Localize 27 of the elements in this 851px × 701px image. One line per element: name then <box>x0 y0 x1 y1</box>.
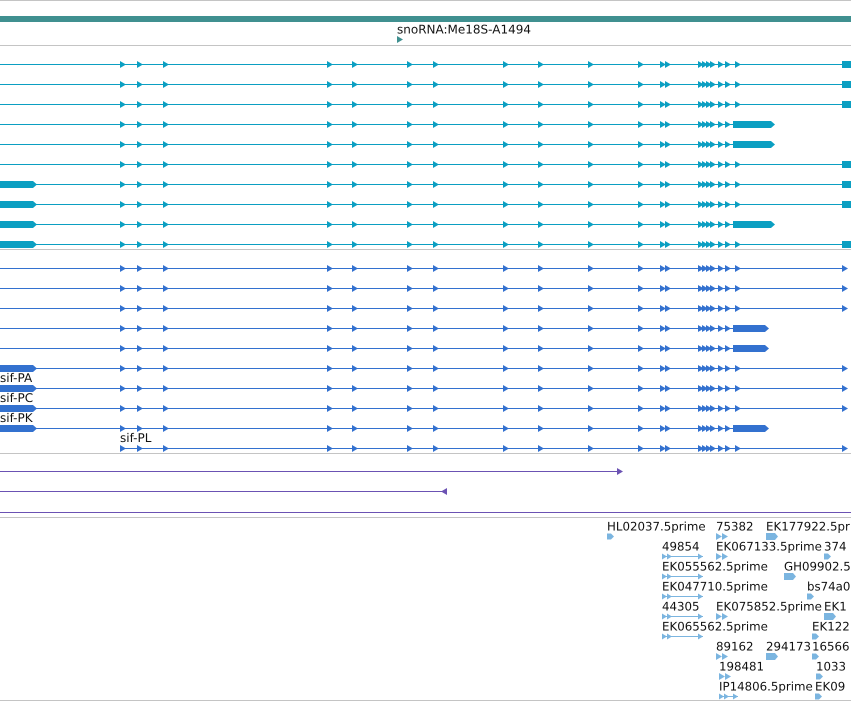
feature-label: EK047710.5prime <box>662 579 768 594</box>
feature-label: snoRNA:Me18S-A1494 <box>397 22 531 36</box>
feature-label: 89162 <box>716 639 754 654</box>
feature-label: 16566 <box>812 639 850 654</box>
feature-label: 1033 <box>816 659 846 674</box>
feature-label: 49854 <box>662 539 700 554</box>
feature-label: EK065562.5prime <box>662 619 768 634</box>
feature-label: 75382 <box>716 519 754 534</box>
feature-label: EK177922.5pr <box>766 519 850 534</box>
feature-label: EK122 <box>812 619 850 634</box>
feature-label: EK075852.5prime <box>716 599 822 614</box>
transcript-label: sif-PK <box>0 410 33 425</box>
feature-label: bs74a0 <box>807 579 850 594</box>
transcript-label: sif-PA <box>0 370 32 385</box>
feature-label: 198481 <box>719 659 764 674</box>
transcript-label: sif-PL <box>120 430 152 445</box>
feature-label: 44305 <box>662 599 700 614</box>
feature-label: EK09 <box>815 679 846 694</box>
feature-label: 374 <box>824 539 847 554</box>
feature-label: IP14806.5prime <box>719 679 813 694</box>
feature-label: EK1 <box>824 599 847 614</box>
feature-label: EK067133.5prime <box>716 539 822 554</box>
feature-label: EK055562.5prime <box>662 559 768 574</box>
transcript-label: sif-PC <box>0 390 34 405</box>
feature-label: GH09902.5 <box>784 559 851 574</box>
feature-label: HL02037.5prime <box>607 519 706 534</box>
feature-label: 294173 <box>766 639 812 654</box>
